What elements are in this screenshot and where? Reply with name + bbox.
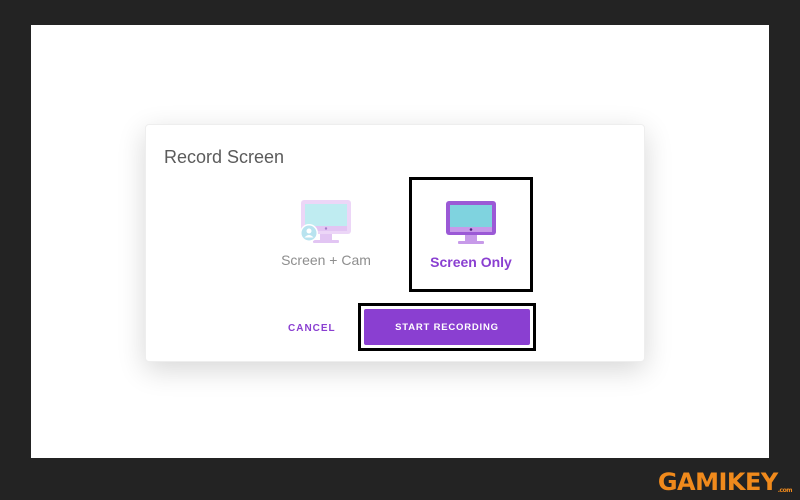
watermark-text: GAMIKEY <box>657 468 778 496</box>
app-canvas: Record Screen Screen + Cam Screen Only C… <box>31 25 769 458</box>
watermark-suffix: .com <box>777 487 793 494</box>
monitor-with-avatar-icon <box>298 198 354 248</box>
start-recording-highlight: START RECORDING <box>358 303 536 351</box>
watermark-logo: GAMIKEY.com <box>657 468 793 496</box>
monitor-icon <box>443 199 499 249</box>
record-screen-dialog: Record Screen Screen + Cam Screen Only C… <box>145 124 645 362</box>
option-screen-only[interactable]: Screen Only <box>409 177 533 292</box>
option-label: Screen + Cam <box>281 252 371 268</box>
cancel-button[interactable]: CANCEL <box>288 323 336 334</box>
dialog-title: Record Screen <box>164 147 285 167</box>
start-recording-button[interactable]: START RECORDING <box>364 309 530 345</box>
option-label: Screen Only <box>430 254 512 270</box>
option-screen-cam[interactable]: Screen + Cam <box>271 198 381 268</box>
